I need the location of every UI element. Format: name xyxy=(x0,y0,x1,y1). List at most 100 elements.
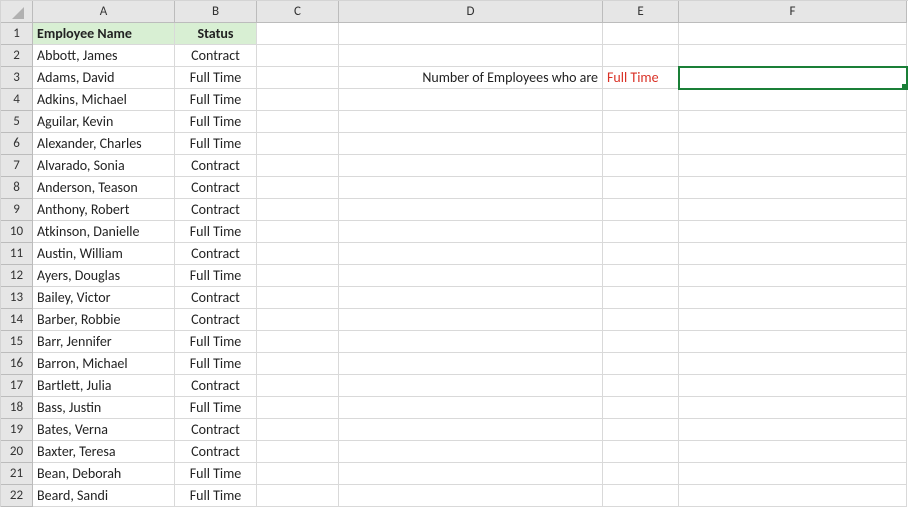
row-header-9[interactable]: 9 xyxy=(1,199,33,221)
cell-A4[interactable]: Adkins, Michael xyxy=(33,89,175,111)
cell-F20[interactable] xyxy=(679,441,907,463)
cell-C2[interactable] xyxy=(257,45,339,67)
row-header-17[interactable]: 17 xyxy=(1,375,33,397)
cell-E4[interactable] xyxy=(603,89,679,111)
row-header-4[interactable]: 4 xyxy=(1,89,33,111)
row-header-16[interactable]: 16 xyxy=(1,353,33,375)
cell-C4[interactable] xyxy=(257,89,339,111)
cell-A21[interactable]: Bean, Deborah xyxy=(33,463,175,485)
cell-D14[interactable] xyxy=(339,309,603,331)
cell-F16[interactable] xyxy=(679,353,907,375)
cell-B19[interactable]: Contract xyxy=(175,419,257,441)
cell-B4[interactable]: Full Time xyxy=(175,89,257,111)
cell-B18[interactable]: Full Time xyxy=(175,397,257,419)
cell-C8[interactable] xyxy=(257,177,339,199)
cell-F8[interactable] xyxy=(679,177,907,199)
cell-C21[interactable] xyxy=(257,463,339,485)
cell-D18[interactable] xyxy=(339,397,603,419)
cell-A11[interactable]: Austin, William xyxy=(33,243,175,265)
countif-label[interactable]: Number of Employees who are xyxy=(339,67,603,89)
cell-E7[interactable] xyxy=(603,155,679,177)
row-header-11[interactable]: 11 xyxy=(1,243,33,265)
cell-C18[interactable] xyxy=(257,397,339,419)
cell-C19[interactable] xyxy=(257,419,339,441)
cell-A1[interactable]: Employee Name xyxy=(33,23,175,45)
cell-F6[interactable] xyxy=(679,133,907,155)
cell-F18[interactable] xyxy=(679,397,907,419)
cell-F1[interactable] xyxy=(679,23,907,45)
cell-F12[interactable] xyxy=(679,265,907,287)
cell-B20[interactable]: Contract xyxy=(175,441,257,463)
cell-C3[interactable] xyxy=(257,67,339,89)
cell-B7[interactable]: Contract xyxy=(175,155,257,177)
cell-D5[interactable] xyxy=(339,111,603,133)
spreadsheet-grid[interactable]: ABCDEF1Employee NameStatus2Abbott, James… xyxy=(0,0,908,507)
row-header-21[interactable]: 21 xyxy=(1,463,33,485)
select-all-corner[interactable] xyxy=(1,1,33,23)
col-header-B[interactable]: B xyxy=(175,1,257,23)
cell-C15[interactable] xyxy=(257,331,339,353)
cell-F10[interactable] xyxy=(679,221,907,243)
row-header-7[interactable]: 7 xyxy=(1,155,33,177)
cell-B15[interactable]: Full Time xyxy=(175,331,257,353)
cell-A14[interactable]: Barber, Robbie xyxy=(33,309,175,331)
cell-C6[interactable] xyxy=(257,133,339,155)
cell-D6[interactable] xyxy=(339,133,603,155)
row-header-12[interactable]: 12 xyxy=(1,265,33,287)
col-header-C[interactable]: C xyxy=(257,1,339,23)
cell-F4[interactable] xyxy=(679,89,907,111)
cell-A17[interactable]: Bartlett, Julia xyxy=(33,375,175,397)
cell-D22[interactable] xyxy=(339,485,603,507)
cell-B6[interactable]: Full Time xyxy=(175,133,257,155)
cell-B17[interactable]: Contract xyxy=(175,375,257,397)
cell-B21[interactable]: Full Time xyxy=(175,463,257,485)
selected-cell[interactable] xyxy=(679,67,907,89)
cell-E21[interactable] xyxy=(603,463,679,485)
cell-C20[interactable] xyxy=(257,441,339,463)
cell-B1[interactable]: Status xyxy=(175,23,257,45)
cell-E12[interactable] xyxy=(603,265,679,287)
cell-F17[interactable] xyxy=(679,375,907,397)
cell-D16[interactable] xyxy=(339,353,603,375)
cell-B2[interactable]: Contract xyxy=(175,45,257,67)
row-header-20[interactable]: 20 xyxy=(1,441,33,463)
countif-criteria[interactable]: Full Time xyxy=(603,67,679,89)
row-header-5[interactable]: 5 xyxy=(1,111,33,133)
cell-A5[interactable]: Aguilar, Kevin xyxy=(33,111,175,133)
cell-A13[interactable]: Bailey, Victor xyxy=(33,287,175,309)
row-header-6[interactable]: 6 xyxy=(1,133,33,155)
cell-E22[interactable] xyxy=(603,485,679,507)
cell-F11[interactable] xyxy=(679,243,907,265)
cell-C12[interactable] xyxy=(257,265,339,287)
cell-D12[interactable] xyxy=(339,265,603,287)
cell-C16[interactable] xyxy=(257,353,339,375)
cell-F15[interactable] xyxy=(679,331,907,353)
cell-A9[interactable]: Anthony, Robert xyxy=(33,199,175,221)
cell-B13[interactable]: Contract xyxy=(175,287,257,309)
cell-F19[interactable] xyxy=(679,419,907,441)
cell-F13[interactable] xyxy=(679,287,907,309)
row-header-22[interactable]: 22 xyxy=(1,485,33,507)
cell-F9[interactable] xyxy=(679,199,907,221)
cell-B8[interactable]: Contract xyxy=(175,177,257,199)
cell-B16[interactable]: Full Time xyxy=(175,353,257,375)
cell-F7[interactable] xyxy=(679,155,907,177)
cell-D7[interactable] xyxy=(339,155,603,177)
cell-E15[interactable] xyxy=(603,331,679,353)
cell-E20[interactable] xyxy=(603,441,679,463)
cell-F21[interactable] xyxy=(679,463,907,485)
cell-F14[interactable] xyxy=(679,309,907,331)
cell-A16[interactable]: Barron, Michael xyxy=(33,353,175,375)
row-header-8[interactable]: 8 xyxy=(1,177,33,199)
cell-E9[interactable] xyxy=(603,199,679,221)
cell-A15[interactable]: Barr, Jennifer xyxy=(33,331,175,353)
cell-E13[interactable] xyxy=(603,287,679,309)
col-header-D[interactable]: D xyxy=(339,1,603,23)
cell-D1[interactable] xyxy=(339,23,603,45)
cell-C14[interactable] xyxy=(257,309,339,331)
cell-C1[interactable] xyxy=(257,23,339,45)
cell-F2[interactable] xyxy=(679,45,907,67)
cell-C13[interactable] xyxy=(257,287,339,309)
cell-D13[interactable] xyxy=(339,287,603,309)
cell-A7[interactable]: Alvarado, Sonia xyxy=(33,155,175,177)
